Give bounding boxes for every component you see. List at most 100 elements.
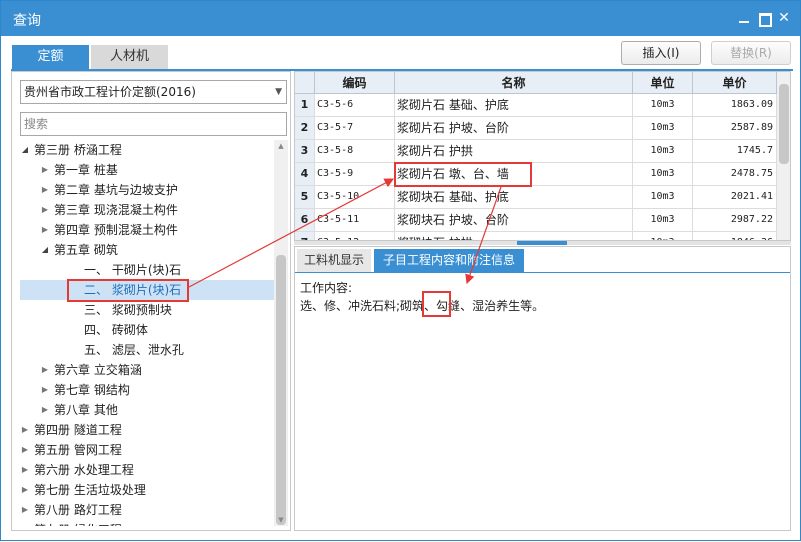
cell-price[interactable]: 1863.09 [693,94,777,116]
tree-item[interactable]: ◢ 第五章 砌筑 [20,240,274,260]
cell-num[interactable]: 4 [295,163,315,185]
tree-item[interactable]: ▶ 第七册 生活垃圾处理 [20,480,274,500]
cell-unit[interactable]: 10m3 [633,163,693,185]
grid-scrollbar[interactable] [777,72,790,240]
cell-unit[interactable]: 10m3 [633,117,693,139]
grid-scroll-thumb[interactable] [779,84,789,164]
tree-item[interactable]: ▶ 第一章 桩基 [20,160,274,180]
close-icon[interactable]: ✕ [776,10,792,26]
tree-item[interactable]: 四、 砖砌体 [20,320,274,340]
tree-item[interactable]: ▶ 第八章 其他 [20,400,274,420]
cell-code[interactable]: C3-5-6 [315,94,395,116]
table-row[interactable]: 4 C3-5-9 浆砌片石 墩、台、墙 10m3 2478.75 [295,163,777,186]
cell-num[interactable]: 3 [295,140,315,162]
cell-unit[interactable]: 10m3 [633,94,693,116]
expand-icon[interactable]: ▶ [40,160,50,180]
cell-unit[interactable]: 10m3 [633,186,693,208]
collapse-icon[interactable]: ◢ [40,240,50,260]
header-price[interactable]: 单价 [693,72,777,94]
cell-price[interactable]: 2021.41 [693,186,777,208]
expand-icon[interactable]: ▶ [40,180,50,200]
collapse-icon[interactable]: ◢ [20,140,30,160]
tree-item[interactable]: ▶ 第六册 水处理工程 [20,460,274,480]
tree-item[interactable]: 五、 滤层、泄水孔 [20,340,274,360]
cell-unit[interactable]: 10m3 [633,232,693,240]
quota-library-select[interactable]: 贵州省市政工程计价定额(2016) ▼ [20,80,287,104]
cell-num[interactable]: 7 [295,232,315,240]
insert-button[interactable]: 插入(I) [621,41,701,65]
tab-labor-display[interactable]: 工料机显示 [297,249,371,272]
expand-icon[interactable]: ▶ [20,500,30,520]
cell-name[interactable]: 浆砌块石 基础、护底 [395,186,633,208]
search-input[interactable]: 搜索 [20,112,287,136]
tree-scrollbar[interactable]: ▲ ▼ [274,140,288,526]
expand-icon[interactable]: ▶ [40,380,50,400]
cell-name[interactable]: 浆砌片石 护坡、台阶 [395,117,633,139]
cell-code[interactable]: C3-5-12 [315,232,395,240]
expand-icon[interactable]: ▶ [20,460,30,480]
replace-button[interactable]: 替换(R) [711,41,791,65]
cell-code[interactable]: C3-5-10 [315,186,395,208]
header-code[interactable]: 编码 [315,72,395,94]
cell-price[interactable]: 1745.7 [693,140,777,162]
cell-price[interactable]: 2987.22 [693,209,777,231]
cell-name[interactable]: 浆砌块石 护拱 [395,232,633,240]
cell-price[interactable]: 2587.89 [693,117,777,139]
cell-num[interactable]: 5 [295,186,315,208]
splitter-grip[interactable] [517,241,567,245]
cell-name[interactable]: 浆砌片石 基础、护底 [395,94,633,116]
cell-num[interactable]: 6 [295,209,315,231]
cell-num[interactable]: 2 [295,117,315,139]
cell-unit[interactable]: 10m3 [633,140,693,162]
cell-code[interactable]: C3-5-11 [315,209,395,231]
dropdown-arrow-icon[interactable]: ▼ [275,81,282,103]
tree-item[interactable]: ▶ 第四章 预制混凝土构件 [20,220,274,240]
tree-scroll-thumb[interactable] [276,255,286,525]
table-row[interactable]: 6 C3-5-11 浆砌块石 护坡、台阶 10m3 2987.22 [295,209,777,232]
table-row[interactable]: 7C3-5-12浆砌块石 护拱10m31846.36 [295,232,777,240]
cell-name[interactable]: 浆砌片石 护拱 [395,140,633,162]
tree-item[interactable]: ▶ 第六章 立交箱涵 [20,360,274,380]
tree-item[interactable]: 三、 浆砌预制块 [20,300,274,320]
tree-item[interactable]: 一、 干砌片(块)石 [20,260,274,280]
title-bar[interactable]: 查询 ✕ [1,1,800,36]
table-row[interactable]: 5 C3-5-10 浆砌块石 基础、护底 10m3 2021.41 [295,186,777,209]
minimize-icon[interactable] [736,10,752,26]
header-name[interactable]: 名称 [395,72,633,94]
expand-icon[interactable]: ▶ [20,440,30,460]
expand-icon[interactable]: ▶ [40,220,50,240]
tree-item[interactable]: ▶ 第二章 基坑与边坡支护 [20,180,274,200]
tree-item[interactable]: ▶ 第八册 路灯工程 [20,500,274,520]
cell-price[interactable]: 2478.75 [693,163,777,185]
tree-item[interactable]: ◢ 第三册 桥涵工程 [20,140,274,160]
table-row[interactable]: 3 C3-5-8 浆砌片石 护拱 10m3 1745.7 [295,140,777,163]
tree-item[interactable]: ▶ 第三章 现浇混凝土构件 [20,200,274,220]
table-row[interactable]: 2 C3-5-7 浆砌片石 护坡、台阶 10m3 2587.89 [295,117,777,140]
expand-icon[interactable]: ▶ [20,520,30,526]
expand-icon[interactable]: ▶ [40,400,50,420]
tree-item[interactable]: ▶ 第五册 管网工程 [20,440,274,460]
scroll-up-icon[interactable]: ▲ [274,142,288,150]
expand-icon[interactable]: ▶ [20,420,30,440]
expand-icon[interactable]: ▶ [40,200,50,220]
header-unit[interactable]: 单位 [633,72,693,94]
table-row[interactable]: 1 C3-5-6 浆砌片石 基础、护底 10m3 1863.09 [295,94,777,117]
tree-item[interactable]: ▶ 第九册 绿化工程 [20,520,274,526]
cell-name[interactable]: 浆砌块石 护坡、台阶 [395,209,633,231]
cell-code[interactable]: C3-5-7 [315,117,395,139]
tab-labor-material-machine[interactable]: 人材机 [91,45,168,69]
panel-splitter[interactable] [294,241,791,245]
tab-quota[interactable]: 定额 [12,45,89,69]
maximize-icon[interactable] [756,10,772,27]
scroll-down-icon[interactable]: ▼ [274,516,288,524]
tree-item[interactable]: ▶ 第七章 钢结构 [20,380,274,400]
cell-num[interactable]: 1 [295,94,315,116]
expand-icon[interactable]: ▶ [40,360,50,380]
tab-work-content[interactable]: 子目工程内容和附注信息 [374,249,524,272]
tree-item[interactable]: ▶ 第四册 隧道工程 [20,420,274,440]
cell-unit[interactable]: 10m3 [633,209,693,231]
cell-code[interactable]: C3-5-8 [315,140,395,162]
expand-icon[interactable]: ▶ [20,480,30,500]
cell-code[interactable]: C3-5-9 [315,163,395,185]
cell-price[interactable]: 1846.36 [693,232,777,240]
